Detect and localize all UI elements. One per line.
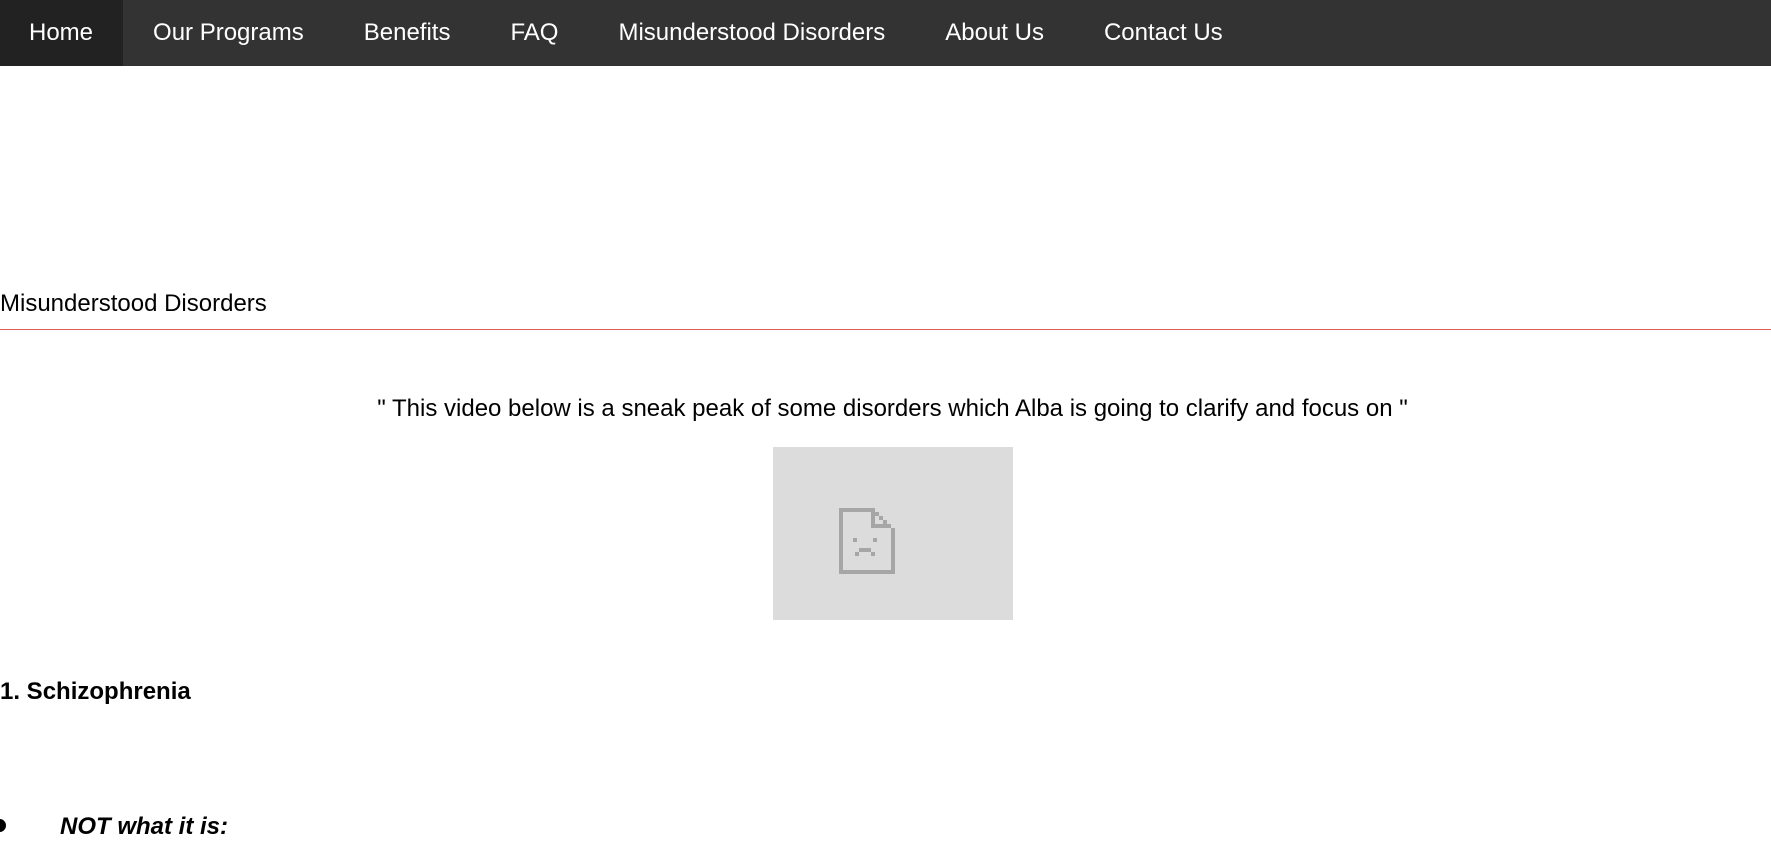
broken-file-icon [839,508,895,574]
page-title: Misunderstood Disorders [0,290,267,317]
video-intro-quote: " This video below is a sneak peak of so… [377,395,1408,422]
embedded-video-placeholder[interactable] [773,447,1013,620]
disorder-heading-schizophrenia: 1. Schizophrenia [0,678,191,705]
nav-link-benefits[interactable]: Benefits [334,0,481,66]
nav-link-contact-us[interactable]: Contact Us [1074,0,1253,66]
top-navigation-bar: Home Our Programs Benefits FAQ Misunders… [0,0,1771,66]
title-divider [0,329,1771,330]
not-what-it-is-subheading: NOT what it is: [60,813,228,840]
nav-link-our-programs[interactable]: Our Programs [123,0,334,66]
nav-link-about-us[interactable]: About Us [915,0,1074,66]
nav-link-faq[interactable]: FAQ [480,0,588,66]
nav-link-misunderstood-disorders[interactable]: Misunderstood Disorders [588,0,915,66]
list-bullet [0,819,6,832]
nav-link-home[interactable]: Home [0,0,124,66]
